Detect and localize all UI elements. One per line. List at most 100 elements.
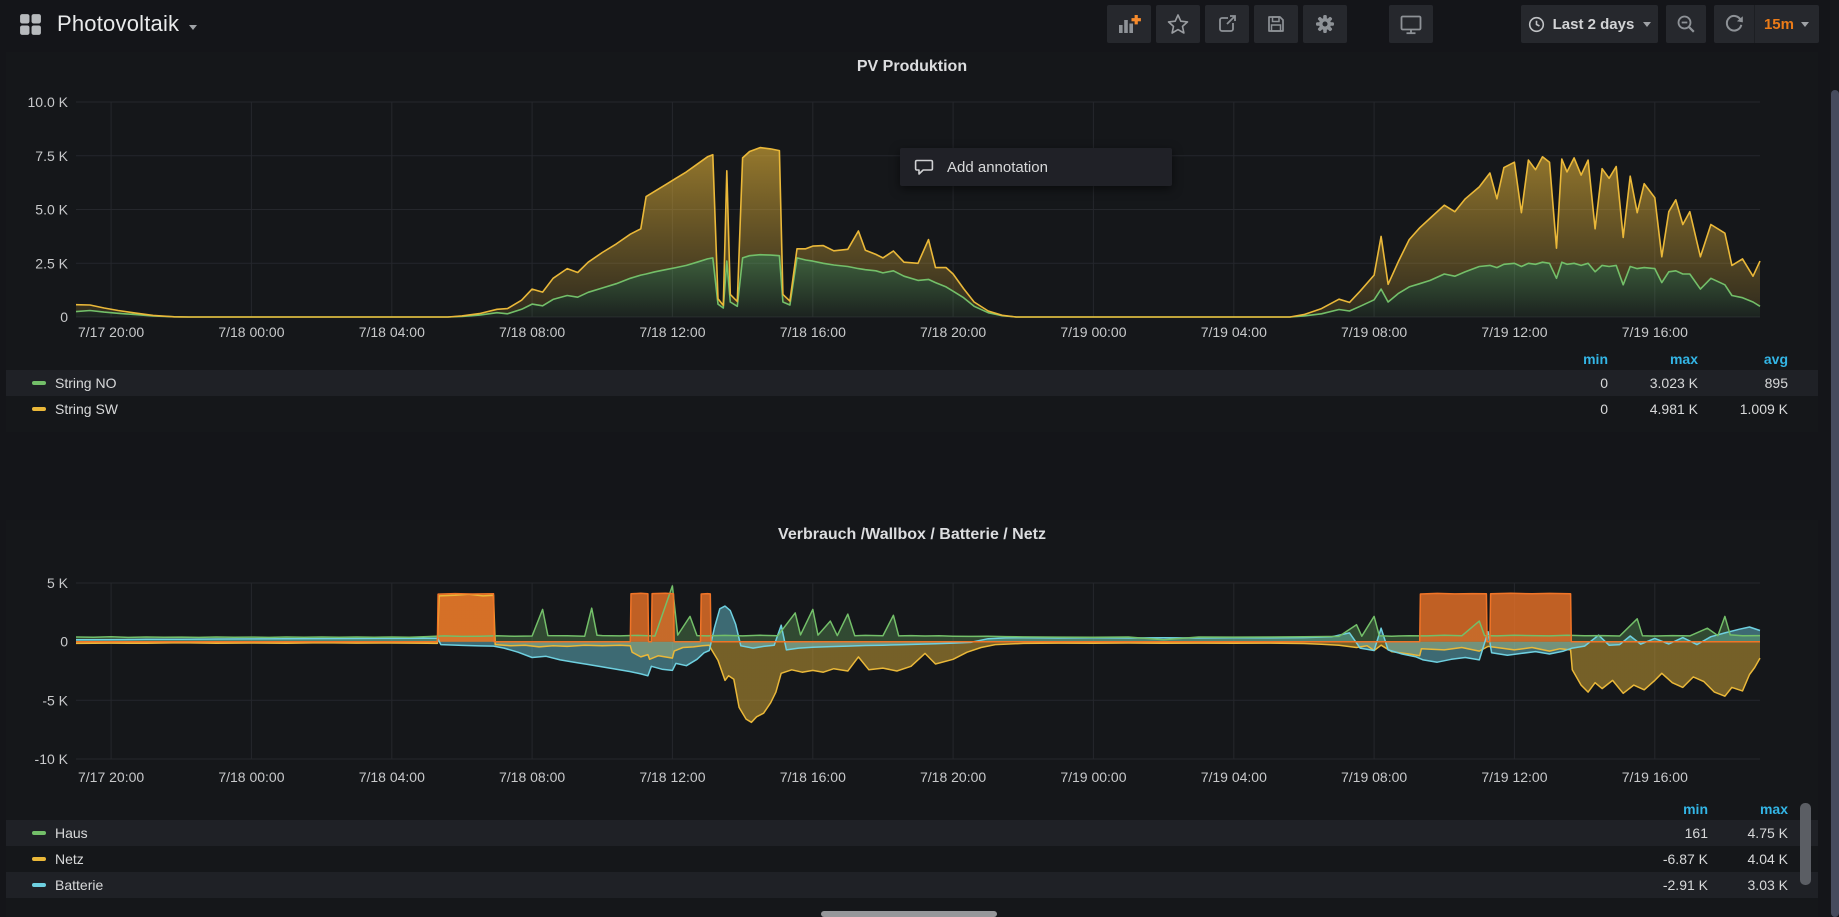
legend-value: 0: [1518, 401, 1608, 417]
y-tick-label: 7.5 K: [35, 148, 68, 164]
y-tick-label: 10.0 K: [28, 95, 69, 110]
dashboard-title[interactable]: Photovoltaik: [57, 11, 179, 37]
series-name[interactable]: String NO: [55, 375, 116, 391]
settings-gear-icon: [1314, 13, 1336, 35]
legend-sort-max[interactable]: max: [1708, 801, 1788, 817]
zoom-out-button[interactable]: [1666, 5, 1706, 43]
zoom-out-icon: [1675, 13, 1697, 35]
legend-header: minmaxavg: [6, 348, 1818, 370]
x-tick-label: 7/18 16:00: [780, 324, 846, 340]
legend-sort-max[interactable]: max: [1608, 351, 1698, 367]
x-tick-label: 7/19 00:00: [1060, 324, 1126, 340]
horizontal-scrollbar[interactable]: [821, 911, 997, 917]
legend-value: 4.04 K: [1708, 851, 1788, 867]
toolbar: Last 2 days 15m: [1107, 5, 1819, 43]
legend-value: 161: [1628, 825, 1708, 841]
panel-pv-produktion: PV Produktion 02.5 K5.0 K7.5 K10.0 K7/17…: [6, 52, 1818, 432]
x-tick-label: 7/18 08:00: [499, 769, 565, 785]
chevron-down-icon: [1801, 22, 1809, 27]
refresh-icon: [1724, 14, 1744, 34]
y-tick-label: 2.5 K: [35, 255, 68, 271]
x-tick-label: 7/18 12:00: [639, 769, 705, 785]
y-tick-label: -5 K: [42, 692, 68, 708]
refresh-interval-label: 15m: [1764, 16, 1794, 33]
series-swatch-icon[interactable]: [32, 407, 46, 411]
x-tick-label: 7/19 00:00: [1060, 769, 1126, 785]
legend-value: 4.75 K: [1708, 825, 1788, 841]
legend-value: 895: [1698, 375, 1788, 391]
legend-value: -6.87 K: [1628, 851, 1708, 867]
y-tick-label: -10 K: [35, 751, 69, 767]
time-range-label: Last 2 days: [1553, 16, 1635, 33]
x-tick-label: 7/19 12:00: [1481, 324, 1547, 340]
panel-title[interactable]: PV Produktion: [6, 58, 1818, 76]
clock-icon: [1528, 16, 1545, 33]
grafana-dashboard: Photovoltaik: [0, 0, 1839, 917]
x-tick-label: 7/18 00:00: [218, 324, 284, 340]
legend-header: minmax: [6, 798, 1818, 820]
star-icon: [1167, 13, 1189, 35]
share-button[interactable]: [1205, 5, 1249, 43]
panel-title[interactable]: Verbrauch /Wallbox / Batterie / Netz: [6, 526, 1818, 544]
pv-produktion-chart[interactable]: 02.5 K5.0 K7.5 K10.0 K7/17 20:007/18 00:…: [6, 95, 1818, 345]
y-tick-label: 5 K: [47, 575, 69, 591]
navbar: Photovoltaik: [0, 0, 1839, 48]
refresh-button[interactable]: [1714, 5, 1755, 43]
verbrauch-chart[interactable]: -10 K -5 K 0 5 K 7/17 20:00 7/18 00:00 7/18 04…: [6, 575, 1818, 790]
refresh-interval-dropdown[interactable]: 15m: [1755, 16, 1819, 33]
pv-produktion-legend: minmaxavgString NO03.023 K895String SW04…: [6, 348, 1818, 422]
legend-row: String NO03.023 K895: [6, 370, 1818, 396]
comment-bubble-icon: [914, 158, 934, 176]
save-icon: [1265, 13, 1287, 35]
refresh-group: 15m: [1714, 5, 1819, 43]
legend-row: Haus 1614.75 K: [6, 820, 1818, 846]
x-tick-label: 7/18 08:00: [499, 324, 565, 340]
legend-row: Netz -6.87 K4.04 K: [6, 846, 1818, 872]
legend-sort-avg[interactable]: avg: [1698, 351, 1788, 367]
legend-value: 1.009 K: [1698, 401, 1788, 417]
chevron-down-icon[interactable]: [189, 25, 197, 30]
x-tick-label: 7/19 04:00: [1201, 769, 1267, 785]
x-tick-label: 7/18 04:00: [359, 324, 425, 340]
star-button[interactable]: [1156, 5, 1200, 43]
save-button[interactable]: [1254, 5, 1298, 43]
tv-mode-icon: [1399, 13, 1423, 36]
legend-sort-min[interactable]: min: [1518, 351, 1608, 367]
x-tick-label: 7/19 08:00: [1341, 769, 1407, 785]
add-panel-button[interactable]: [1107, 5, 1151, 43]
x-tick-label: 7/17 20:00: [78, 769, 144, 785]
series-swatch-icon[interactable]: [32, 883, 46, 887]
grid-icon[interactable]: [18, 12, 43, 37]
page-scrollbar-thumb[interactable]: [1831, 90, 1839, 917]
legend-value: -2.91 K: [1628, 877, 1708, 893]
x-tick-label: 7/18 20:00: [920, 324, 986, 340]
series-swatch-icon[interactable]: [32, 381, 46, 385]
panel-verbrauch: Verbrauch /Wallbox / Batterie / Netz -10…: [6, 520, 1818, 917]
x-tick-label: 7/18 00:00: [218, 769, 284, 785]
x-tick-label: 7/19 16:00: [1622, 324, 1688, 340]
legend-row: Batterie-2.91 K3.03 K: [6, 872, 1818, 898]
series-name[interactable]: String SW: [55, 401, 118, 417]
series-swatch-icon[interactable]: [32, 831, 46, 835]
x-tick-label: 7/19 12:00: [1481, 769, 1547, 785]
x-tick-label: 7/18 20:00: [920, 769, 986, 785]
add-annotation-menu[interactable]: Add annotation: [900, 148, 1172, 186]
y-tick-label: 5.0 K: [35, 202, 68, 218]
tv-mode-button[interactable]: [1389, 5, 1433, 43]
y-tick-label: 0: [60, 634, 68, 650]
series-name[interactable]: Netz: [55, 851, 84, 867]
chevron-down-icon: [1643, 22, 1651, 27]
x-tick-label: 7/18 04:00: [359, 769, 425, 785]
legend-scrollbar[interactable]: [1800, 803, 1811, 885]
series-swatch-icon[interactable]: [32, 857, 46, 861]
settings-button[interactable]: [1303, 5, 1347, 43]
series-name[interactable]: Haus: [55, 825, 88, 841]
add-panel-icon: [1117, 13, 1141, 35]
page-scrollbar[interactable]: [1830, 0, 1839, 917]
legend-sort-min[interactable]: min: [1628, 801, 1708, 817]
add-annotation-label: Add annotation: [947, 159, 1048, 176]
y-tick-label: 0: [60, 309, 68, 325]
series-name[interactable]: Batterie: [55, 877, 103, 893]
time-range-picker[interactable]: Last 2 days: [1521, 5, 1658, 43]
x-tick-label: 7/19 08:00: [1341, 324, 1407, 340]
